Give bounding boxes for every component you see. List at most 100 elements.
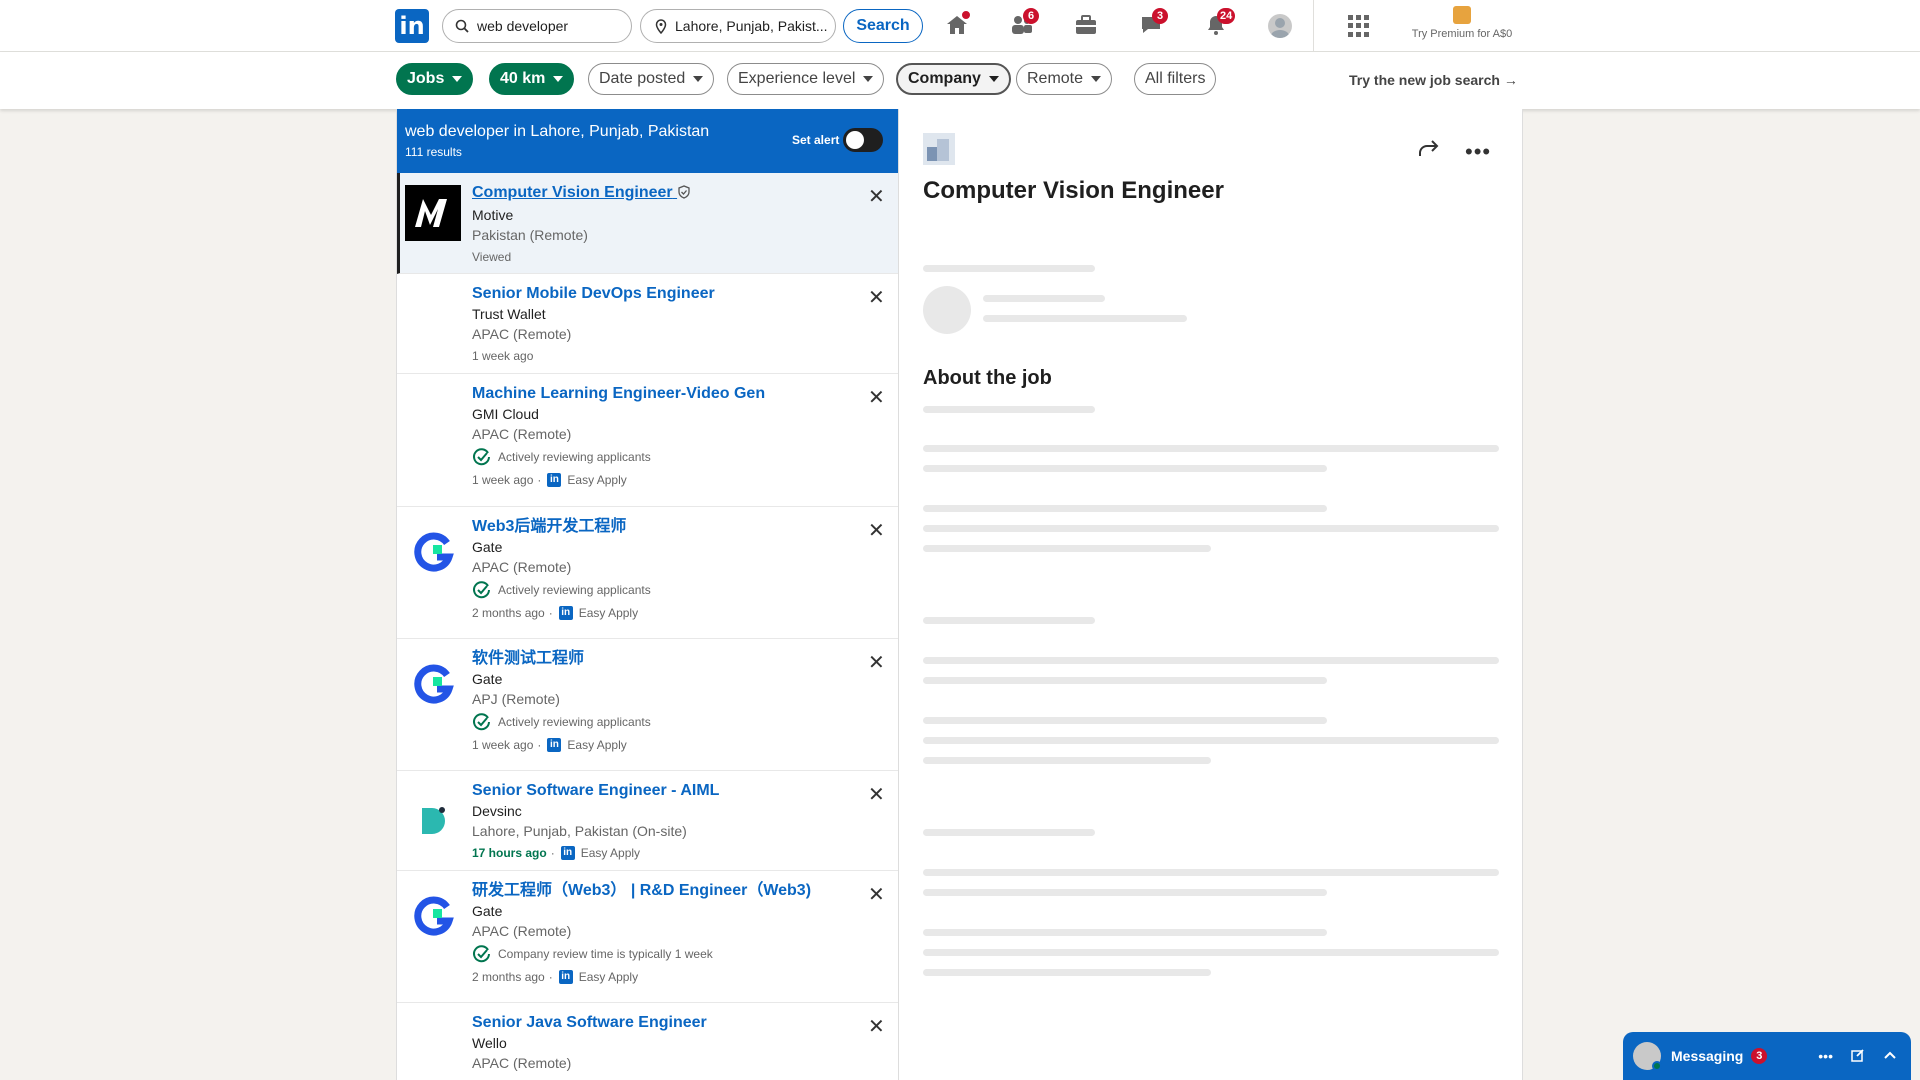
company-logo-gate <box>405 523 461 579</box>
date-posted-filter[interactable]: Date posted <box>588 63 715 95</box>
set-alert-toggle[interactable] <box>843 128 883 152</box>
messaging-label: Messaging <box>1671 1048 1744 1064</box>
loading-skeleton <box>923 406 1095 413</box>
experience-level-filter[interactable]: Experience level <box>727 63 885 95</box>
premium-icon <box>1453 6 1471 24</box>
my-network-icon[interactable]: 6 <box>1008 8 1039 38</box>
job-location: APAC (Remote) <box>472 559 572 575</box>
loading-skeleton <box>983 315 1187 322</box>
dismiss-job-icon[interactable]: ✕ <box>868 187 885 207</box>
job-card[interactable]: 软件测试工程师 Gate APJ (Remote) Actively revie… <box>397 639 898 771</box>
linkedin-logo[interactable]: in <box>395 9 429 43</box>
about-the-job-heading: About the job <box>923 367 1052 389</box>
job-title-link[interactable]: 软件测试工程师 <box>472 649 858 669</box>
loading-skeleton <box>923 757 1211 764</box>
job-company: Gate <box>472 539 503 555</box>
reviewing-check-icon <box>472 712 492 732</box>
company-filter[interactable]: Company <box>896 63 1011 95</box>
linkedin-easy-apply-icon: in <box>547 473 562 487</box>
verified-shield-icon <box>677 185 691 205</box>
dismiss-job-icon[interactable]: ✕ <box>868 1017 885 1037</box>
try-new-job-search-link[interactable]: Try the new job search → <box>1349 72 1518 88</box>
toggle-knob <box>846 131 864 149</box>
online-status-dot <box>1652 1061 1662 1071</box>
apps-grid-icon[interactable] <box>1348 15 1370 37</box>
dismiss-job-icon[interactable]: ✕ <box>868 288 885 308</box>
remote-filter[interactable]: Remote <box>1016 63 1113 95</box>
job-company: Motive <box>472 207 514 223</box>
loading-skeleton <box>923 829 1095 836</box>
job-card[interactable]: Web3后端开发工程师 Gate APAC (Remote) Actively … <box>397 507 898 639</box>
loading-skeleton <box>923 657 1499 664</box>
premium-label: Try Premium for A$0 <box>1411 28 1513 40</box>
more-options-icon[interactable]: ••• <box>1465 139 1491 165</box>
job-title-link[interactable]: Machine Learning Engineer-Video Gen <box>472 384 858 404</box>
try-premium-link[interactable]: Try Premium for A$0 <box>1400 6 1524 40</box>
jobs-filter-label: Jobs <box>407 70 445 87</box>
job-card[interactable]: Machine Learning Engineer-Video Gen GMI … <box>397 374 898 507</box>
job-insight: Company review time is typically 1 week <box>472 944 858 964</box>
loading-skeleton <box>923 889 1327 896</box>
job-title-link[interactable]: 研发工程师（Web3） | R&D Engineer（Web3) <box>472 881 858 901</box>
job-card[interactable]: Senior Mobile DevOps Engineer Trust Wall… <box>397 274 898 374</box>
job-company: GMI Cloud <box>472 406 539 422</box>
loading-skeleton-avatar <box>923 286 971 334</box>
job-company: Devsinc <box>472 803 522 819</box>
job-card[interactable]: Computer Vision Engineer Motive Pakistan… <box>397 173 898 274</box>
loading-skeleton <box>923 869 1499 876</box>
job-footer: 2 months ago · in Easy Apply <box>472 603 858 623</box>
detail-job-title: Computer Vision Engineer <box>923 177 1224 204</box>
location-input[interactable]: Lahore, Punjab, Pakist... <box>640 9 836 43</box>
loading-skeleton <box>923 265 1095 272</box>
messaging-overlay[interactable]: Messaging 3 ••• <box>1623 1032 1911 1080</box>
jobs-filter-pill[interactable]: Jobs <box>396 63 474 95</box>
messaging-icon[interactable]: 3 <box>1137 8 1168 38</box>
reviewing-check-icon <box>472 944 492 964</box>
profile-avatar[interactable] <box>1268 14 1292 38</box>
job-insight: Actively reviewing applicants <box>472 447 858 467</box>
linkedin-easy-apply-icon: in <box>547 738 562 752</box>
home-notification-dot <box>960 9 972 21</box>
job-title-link[interactable]: Web3后端开发工程师 <box>472 517 858 537</box>
loading-skeleton <box>923 505 1327 512</box>
job-card[interactable]: Senior Software Engineer - AIML Devsinc … <box>397 771 898 871</box>
job-location: APAC (Remote) <box>472 326 572 342</box>
search-button[interactable]: Search <box>843 9 923 43</box>
set-alert-label: Set alert <box>792 133 840 147</box>
distance-filter-pill[interactable]: 40 km <box>489 63 575 95</box>
share-icon[interactable] <box>1417 139 1441 164</box>
jobs-briefcase-icon[interactable] <box>1072 12 1100 38</box>
easy-apply-label: Easy Apply <box>580 846 641 860</box>
home-icon[interactable] <box>943 9 972 38</box>
dismiss-job-icon[interactable]: ✕ <box>868 653 885 673</box>
job-card[interactable]: 研发工程师（Web3） | R&D Engineer（Web3) Gate AP… <box>397 871 898 1003</box>
dismiss-job-icon[interactable]: ✕ <box>868 785 885 805</box>
search-input[interactable]: web developer <box>442 9 632 43</box>
job-posted-time: 2 months ago <box>472 606 545 620</box>
compose-message-icon[interactable] <box>1851 1048 1865 1065</box>
job-card[interactable]: Senior Java Software Engineer Wello APAC… <box>397 1003 898 1080</box>
job-insight-text: Actively reviewing applicants <box>498 715 651 729</box>
all-filters-button[interactable]: All filters <box>1134 63 1217 95</box>
linkedin-easy-apply-icon: in <box>558 970 573 984</box>
search-icon <box>455 19 469 33</box>
job-title-link[interactable]: Senior Java Software Engineer <box>472 1013 858 1033</box>
chevron-down-icon <box>693 76 704 82</box>
job-title-link[interactable]: Senior Software Engineer - AIML <box>472 781 858 801</box>
dismiss-job-icon[interactable]: ✕ <box>868 521 885 541</box>
job-insight-text: Company review time is typically 1 week <box>498 947 713 961</box>
job-title-link[interactable]: Computer Vision Engineer <box>472 183 858 205</box>
dismiss-job-icon[interactable]: ✕ <box>868 388 885 408</box>
chevron-down-icon <box>452 76 463 82</box>
easy-apply-label: Easy Apply <box>567 473 627 487</box>
job-title-link[interactable]: Senior Mobile DevOps Engineer <box>472 284 858 304</box>
dismiss-job-icon[interactable]: ✕ <box>868 885 885 905</box>
location-pin-icon <box>655 18 667 34</box>
loading-skeleton <box>923 445 1499 452</box>
network-badge: 6 <box>1023 8 1039 24</box>
search-input-value: web developer <box>477 18 569 34</box>
more-options-icon[interactable]: ••• <box>1818 1048 1833 1065</box>
notifications-bell-icon[interactable]: 24 <box>1202 8 1236 38</box>
result-count: 111 results <box>405 145 462 159</box>
chevron-up-icon[interactable] <box>1883 1048 1897 1065</box>
